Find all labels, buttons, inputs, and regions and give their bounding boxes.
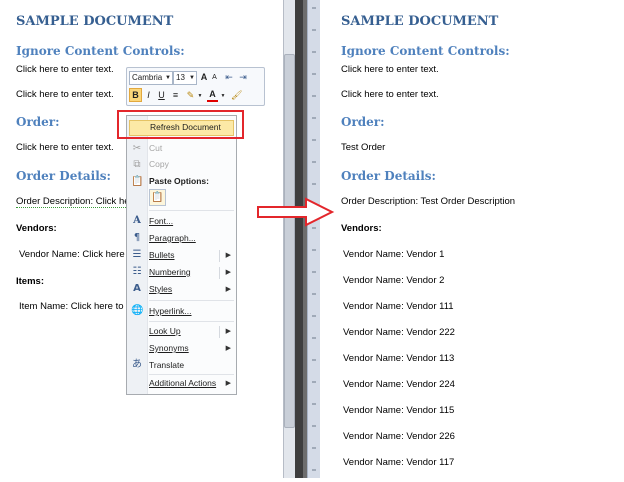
right-vendor-line[interactable]: Vendor Name: Vendor 224 — [343, 379, 455, 390]
font-item[interactable]: Font... — [149, 216, 173, 226]
grow-font-button[interactable]: A — [199, 71, 209, 83]
paste-options-label: Paste Options: — [149, 176, 209, 186]
right-heading-ignore-controls: Ignore Content Controls: — [341, 44, 510, 58]
arrow-right-icon — [257, 197, 335, 227]
hyperlink-item[interactable]: Hyperlink... — [149, 306, 192, 316]
left-vendor-name[interactable]: Vendor Name: Click here — [19, 249, 125, 260]
refresh-highlight-box — [117, 110, 244, 139]
separator — [219, 326, 220, 338]
separator — [149, 321, 234, 322]
translate-icon: あ — [132, 359, 142, 370]
right-vendor-line[interactable]: Vendor Name: Vendor 222 — [343, 327, 455, 338]
left-content-control-1[interactable]: Click here to enter text. — [16, 64, 114, 75]
left-heading-order: Order: — [16, 115, 60, 129]
bold-button[interactable]: B — [129, 88, 142, 102]
format-painter-icon[interactable]: 🖌 — [231, 89, 242, 101]
synonyms-item[interactable]: Synonyms — [149, 343, 189, 353]
increase-indent-icon[interactable]: ⇥ — [237, 71, 249, 83]
right-order-description[interactable]: Order Description: Test Order Descriptio… — [341, 196, 515, 207]
styles-item[interactable]: Styles — [149, 284, 172, 294]
center-align-icon[interactable]: ≡ — [170, 89, 181, 101]
italic-button[interactable]: I — [143, 89, 154, 101]
bold-label: B — [132, 90, 139, 100]
separator — [219, 267, 220, 279]
bullets-icon: ☰ — [132, 249, 142, 260]
copy-icon: ⧉ — [133, 159, 141, 170]
ruler-ticks — [312, 7, 316, 471]
font-size-dropdown[interactable]: 13 ▼ — [173, 71, 197, 85]
chevron-right-icon: ▶ — [225, 268, 231, 276]
highlight-color-icon[interactable]: ✎ — [185, 89, 196, 101]
scrollbar-thumb[interactable] — [284, 54, 295, 428]
paragraph-icon: ¶ — [133, 232, 141, 243]
chevron-down-icon[interactable]: ▼ — [197, 90, 203, 102]
translate-item[interactable]: Translate — [149, 360, 184, 370]
right-vendor-line[interactable]: Vendor Name: Vendor 115 — [343, 405, 454, 416]
window-divider — [295, 0, 303, 478]
hyperlink-icon: 🌐 — [131, 305, 144, 316]
copy-item[interactable]: Copy — [149, 159, 169, 169]
right-content-control-1[interactable]: Click here to enter text. — [341, 64, 439, 75]
right-doc-title: SAMPLE DOCUMENT — [341, 14, 499, 29]
chevron-down-icon: ▼ — [165, 75, 171, 81]
shrink-font-label: A — [212, 74, 217, 81]
numbering-item[interactable]: Numbering — [149, 267, 191, 277]
left-heading-ignore-controls: Ignore Content Controls: — [16, 44, 185, 58]
right-vendor-line[interactable]: Vendor Name: Vendor 2 — [343, 275, 444, 286]
right-vendor-line[interactable]: Vendor Name: Vendor 1 — [343, 249, 444, 260]
paste-keep-text-button[interactable]: 📋 — [149, 189, 166, 206]
additional-actions-item[interactable]: Additional Actions — [149, 378, 216, 388]
font-color-icon[interactable]: A — [207, 88, 218, 102]
left-order-description[interactable]: Order Description: Click he — [16, 196, 130, 208]
separator — [149, 374, 234, 375]
context-menu: Refresh Document ✂ Cut ⧉ Copy 📋 Paste Op… — [126, 115, 237, 395]
underline-label: U — [158, 90, 165, 100]
italic-label: I — [147, 90, 150, 100]
chevron-right-icon: ▶ — [225, 344, 231, 352]
decrease-indent-icon[interactable]: ⇤ — [223, 71, 235, 83]
chevron-right-icon: ▶ — [225, 285, 231, 293]
left-vendors-label: Vendors: — [16, 223, 57, 234]
right-order-value[interactable]: Test Order — [341, 142, 385, 153]
right-vendor-line[interactable]: Vendor Name: Vendor 226 — [343, 431, 455, 442]
left-doc-title: SAMPLE DOCUMENT — [16, 14, 174, 29]
separator — [219, 250, 220, 262]
clipboard-icon: 📋 — [131, 176, 144, 187]
left-items-label: Items: — [16, 276, 44, 287]
chevron-down-icon: ▼ — [189, 75, 195, 81]
separator — [149, 210, 234, 211]
bullets-item[interactable]: Bullets — [149, 250, 175, 260]
left-content-control-order[interactable]: Click here to enter text. — [16, 142, 114, 153]
font-icon: A — [133, 215, 141, 226]
right-heading-order-details: Order Details: — [341, 169, 436, 183]
underline-button[interactable]: U — [156, 89, 167, 101]
chevron-down-icon[interactable]: ▼ — [220, 90, 226, 102]
mini-toolbar: Cambria ▼ 13 ▼ A A ⇤ ⇥ B I U ≡ ✎ ▼ A ▼ 🖌 — [126, 67, 265, 106]
left-heading-order-details: Order Details: — [16, 169, 111, 183]
left-item-name[interactable]: Item Name: Click here to — [19, 301, 124, 312]
lookup-item[interactable]: Look Up — [149, 326, 181, 336]
font-size-value: 13 — [176, 73, 185, 82]
chevron-right-icon: ▶ — [225, 251, 231, 259]
separator — [149, 300, 234, 301]
paragraph-item[interactable]: Paragraph... — [149, 233, 196, 243]
right-vendors-label: Vendors: — [341, 223, 382, 234]
right-vendor-line[interactable]: Vendor Name: Vendor 117 — [343, 457, 454, 468]
scissors-icon: ✂ — [132, 143, 142, 154]
cut-item[interactable]: Cut — [149, 143, 162, 153]
numbering-icon: ☷ — [132, 266, 142, 277]
shrink-font-button[interactable]: A — [210, 72, 219, 84]
font-name-value: Cambria — [132, 73, 163, 82]
font-name-dropdown[interactable]: Cambria ▼ — [129, 71, 173, 85]
styles-icon: A — [133, 283, 141, 294]
right-vendor-line[interactable]: Vendor Name: Vendor 113 — [343, 353, 454, 364]
vertical-ruler — [307, 0, 321, 478]
chevron-right-icon: ▶ — [225, 327, 231, 335]
right-content-control-2[interactable]: Click here to enter text. — [341, 89, 439, 100]
chevron-right-icon: ▶ — [225, 379, 231, 387]
right-vendor-line[interactable]: Vendor Name: Vendor 111 — [343, 301, 454, 312]
grow-font-label: A — [200, 72, 208, 82]
right-heading-order: Order: — [341, 115, 385, 129]
left-content-control-2[interactable]: Click here to enter text. — [16, 89, 114, 100]
